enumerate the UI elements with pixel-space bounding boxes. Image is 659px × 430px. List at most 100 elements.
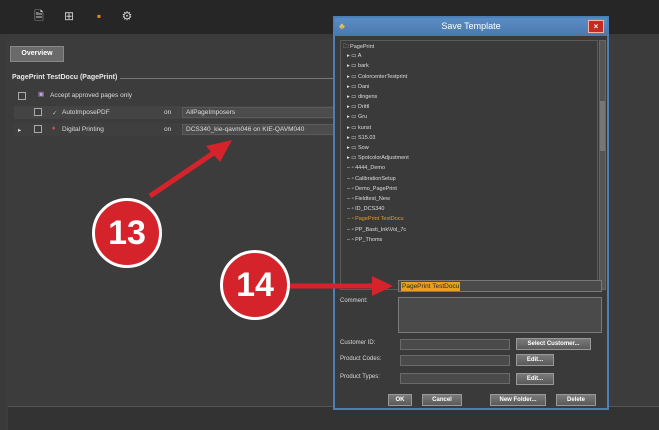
- tree-item-label: Sow: [358, 145, 369, 151]
- tree-item-label: PagePrint TestDocu: [355, 216, 404, 223]
- row-checkbox[interactable]: [34, 108, 42, 116]
- cancel-button[interactable]: Cancel: [422, 394, 462, 406]
- tree-folder[interactable]: ▸ ▭ ColorcenterTestprint: [347, 74, 407, 84]
- tree-item-label: kunst: [358, 124, 372, 131]
- tree-folder[interactable]: ▸ ▭ kunst: [347, 125, 371, 135]
- callout-badge-14: 14: [220, 250, 290, 320]
- folder-icon: ▸ ▭: [347, 53, 358, 60]
- tree-item-label: S15.03: [358, 134, 376, 141]
- users-icon[interactable]: ▪: [92, 9, 106, 23]
- new-folder-button[interactable]: New Folder...: [490, 394, 546, 406]
- comment-field[interactable]: [398, 297, 602, 333]
- row-value-field[interactable]: DCS340_kie-qavm046 on KIE-QAVM040: [182, 124, 344, 135]
- customer-id-field[interactable]: [400, 339, 510, 350]
- page-icon: ▣: [38, 91, 45, 98]
- expand-icon[interactable]: ▸: [18, 126, 21, 134]
- tree-template[interactable]: – ▫ Demo_PagePrint: [347, 186, 397, 196]
- folder-icon: ▸ ▭: [347, 114, 359, 121]
- tree-template[interactable]: – ▫ 4444_Demo: [347, 165, 385, 175]
- folder-icon: ▸ ▭: [347, 73, 359, 80]
- tree-root[interactable]: 🗀 PagePrint: [343, 43, 374, 53]
- impose-icon: ✓: [52, 110, 58, 117]
- row-state: on: [164, 109, 172, 116]
- template-icon: – ▫: [347, 165, 356, 172]
- tree-item-label: 4444_Demo: [355, 165, 386, 172]
- scroll-thumb[interactable]: [600, 101, 605, 151]
- close-button[interactable]: ×: [588, 20, 604, 33]
- product-codes-field[interactable]: [400, 355, 510, 366]
- tree-template-selected[interactable]: – ▫ PagePrint TestDocu: [347, 216, 404, 226]
- tree-template[interactable]: – ▫ PP_Basti_Ink\Vol_7c: [347, 227, 406, 237]
- tree-folder[interactable]: ▸ ▭ A: [347, 53, 361, 63]
- tree-template[interactable]: – ▫ PP_Thoms: [347, 237, 382, 247]
- tree-folder[interactable]: ▸ ▭ Gru: [347, 114, 367, 124]
- tree-folder[interactable]: ▸ ▭ bark: [347, 63, 369, 73]
- folder-icon: ▸ ▭: [347, 104, 359, 111]
- table-row[interactable]: ✓ AutoImposePDF on AllPageImposers: [14, 106, 344, 119]
- tree-folder[interactable]: ▸ ▭ Sow: [347, 145, 369, 155]
- settings-icon[interactable]: ⚙: [120, 9, 134, 23]
- row-name: Digital Printing: [62, 126, 104, 133]
- table-row[interactable]: ▸ ♦ Digital Printing on DCS340_kie-qavm0…: [14, 123, 344, 136]
- tree-item-label: ColorcenterTestprint: [358, 73, 408, 80]
- printer-icon: ♦: [52, 125, 56, 132]
- tree-item-label: Gru: [358, 114, 368, 121]
- tree-folder[interactable]: ▸ ▭ Drittl: [347, 104, 369, 114]
- layout-icon[interactable]: ⊞: [62, 9, 76, 23]
- template-icon: – ▫: [347, 206, 356, 213]
- tree-folder[interactable]: ▸ ▭ Dani: [347, 84, 369, 94]
- row-state: on: [164, 126, 172, 133]
- row-value-field[interactable]: AllPageImposers: [182, 107, 344, 118]
- accept-approved-checkbox[interactable]: [18, 92, 26, 100]
- edit-product-types-button[interactable]: Edit...: [516, 373, 554, 385]
- folder-icon: ▸ ▭: [347, 94, 359, 100]
- template-icon: – ▫: [347, 175, 356, 182]
- dialog-titlebar[interactable]: ♣ Save Template ×: [335, 18, 607, 36]
- edit-product-codes-button[interactable]: Edit...: [516, 354, 554, 366]
- callout-badge-13: 13: [92, 198, 162, 268]
- tree-template[interactable]: – ▫ ID_DCS340: [347, 206, 384, 216]
- customer-id-label: Customer ID:: [340, 340, 376, 346]
- dialog-title: Save Template: [441, 21, 501, 31]
- folder-open-icon: 🗀: [343, 44, 351, 50]
- select-customer-button[interactable]: Select Customer...: [516, 338, 591, 350]
- row-name: AutoImposePDF: [62, 109, 110, 116]
- template-icon: – ▫: [347, 196, 356, 202]
- tree-item-label: bark: [358, 63, 369, 70]
- tree-item-label: PagePrint: [350, 44, 375, 50]
- section-title: PagePrint TestDocu (PagePrint): [12, 74, 118, 81]
- ok-button[interactable]: OK: [388, 394, 412, 406]
- delete-button[interactable]: Delete: [556, 394, 596, 406]
- template-icon: – ▫: [347, 216, 356, 223]
- tree-template[interactable]: – ▫ CalibrationSetup: [347, 176, 396, 186]
- row-checkbox[interactable]: [34, 125, 42, 133]
- folder-icon: ▸ ▭: [347, 124, 359, 131]
- template-icon: – ▫: [347, 236, 356, 243]
- comment-label: Comment:: [340, 298, 368, 304]
- tree-folder[interactable]: ▸ ▭ S15.03: [347, 135, 375, 145]
- template-name-value: PagePrint TestDocu: [401, 282, 461, 291]
- document-icon[interactable]: 🗎: [32, 9, 46, 23]
- tree-item-label: Dani: [358, 83, 370, 90]
- tree-folder[interactable]: ▸ ▭ SpotcolorAdjustment: [347, 155, 409, 165]
- template-name-field[interactable]: PagePrint TestDocu: [398, 280, 602, 292]
- accept-approved-label: Accept approved pages only: [50, 92, 133, 99]
- product-types-label: Product Types:: [340, 374, 380, 380]
- tree-template[interactable]: – ▫ Fieldtest_New: [347, 196, 390, 206]
- folder-icon: ▸ ▭: [347, 134, 359, 141]
- tree-item-label: ID_DCS340: [355, 206, 385, 213]
- product-types-field[interactable]: [400, 373, 510, 384]
- tree-scrollbar[interactable]: [599, 40, 606, 290]
- section-divider: [120, 78, 340, 79]
- folder-icon: ▸ ▭: [347, 83, 359, 90]
- tree-folder[interactable]: ▸ ▭ dingens: [347, 94, 377, 104]
- product-codes-label: Product Codes:: [340, 356, 382, 362]
- template-tree[interactable]: 🗀 PagePrint ▸ ▭ A ▸ ▭ bark ▸ ▭ ColorcenterT…: [340, 40, 598, 290]
- tree-item-label: Demo_PagePrint: [355, 185, 397, 192]
- overview-button[interactable]: Overview: [10, 46, 64, 62]
- tree-item-label: A: [357, 53, 362, 60]
- folder-icon: ▸ ▭: [347, 145, 359, 151]
- tree-item-label: CalibrationSetup: [355, 175, 396, 182]
- save-template-dialog: ♣ Save Template × 🗀 PagePrint ▸ ▭ A ▸ ▭ ba…: [333, 16, 609, 410]
- template-icon: – ▫: [347, 226, 356, 233]
